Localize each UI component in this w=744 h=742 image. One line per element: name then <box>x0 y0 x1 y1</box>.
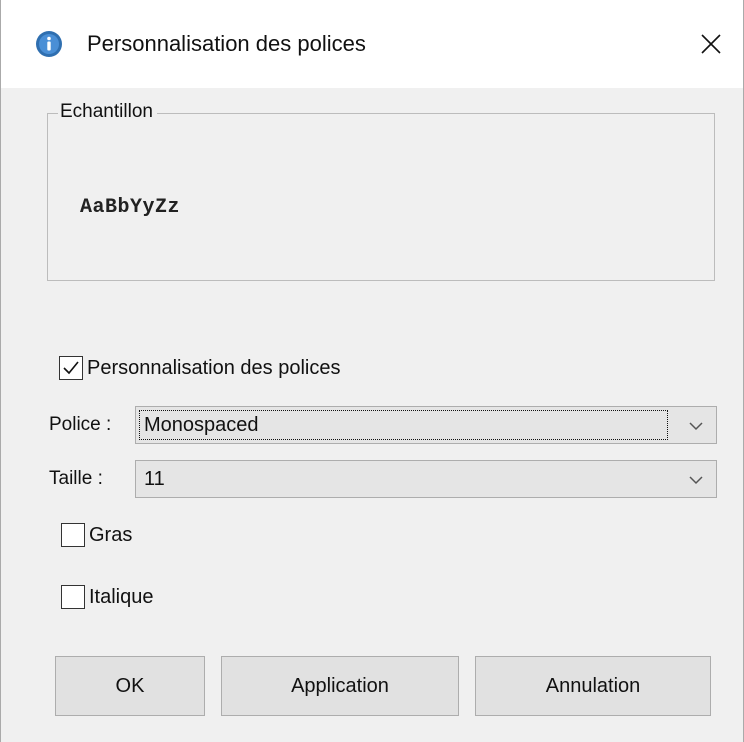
title-bar[interactable]: Personnalisation des polices <box>1 0 743 88</box>
bold-checkbox-row[interactable]: Gras <box>61 522 132 548</box>
bold-checkbox[interactable] <box>61 523 85 547</box>
sample-preview-text: AaBbYyZz <box>80 196 181 219</box>
italic-checkbox-row[interactable]: Italique <box>61 584 154 610</box>
java-info-icon <box>36 31 62 57</box>
size-select-value: 11 <box>144 468 165 490</box>
sample-group: Echantillon AaBbYyZz <box>47 100 715 281</box>
custom-fonts-checkbox-row[interactable]: Personnalisation des polices <box>59 355 341 381</box>
custom-fonts-checkbox[interactable] <box>59 356 83 380</box>
window-title: Personnalisation des polices <box>87 31 366 56</box>
apply-button[interactable]: Application <box>221 656 459 716</box>
size-select[interactable]: 11 <box>135 460 717 498</box>
dialog-body: Echantillon AaBbYyZz Personnalisation de… <box>1 88 743 742</box>
chevron-down-icon <box>689 476 703 485</box>
font-select[interactable]: Monospaced <box>135 406 717 444</box>
close-button[interactable] <box>679 0 743 88</box>
chevron-down-icon <box>689 422 703 431</box>
ok-button[interactable]: OK <box>55 656 205 716</box>
italic-checkbox[interactable] <box>61 585 85 609</box>
custom-fonts-label: Personnalisation des polices <box>87 357 341 379</box>
sample-legend: Echantillon <box>58 100 157 124</box>
font-label: Police : <box>49 414 112 435</box>
italic-label: Italique <box>89 586 154 608</box>
font-dialog: Personnalisation des polices Echantillon… <box>0 0 744 742</box>
size-label: Taille : <box>49 468 103 489</box>
close-icon <box>701 34 721 54</box>
checkmark-icon <box>63 361 79 375</box>
font-select-value: Monospaced <box>144 414 259 436</box>
bold-label: Gras <box>89 524 133 546</box>
cancel-button[interactable]: Annulation <box>475 656 711 716</box>
